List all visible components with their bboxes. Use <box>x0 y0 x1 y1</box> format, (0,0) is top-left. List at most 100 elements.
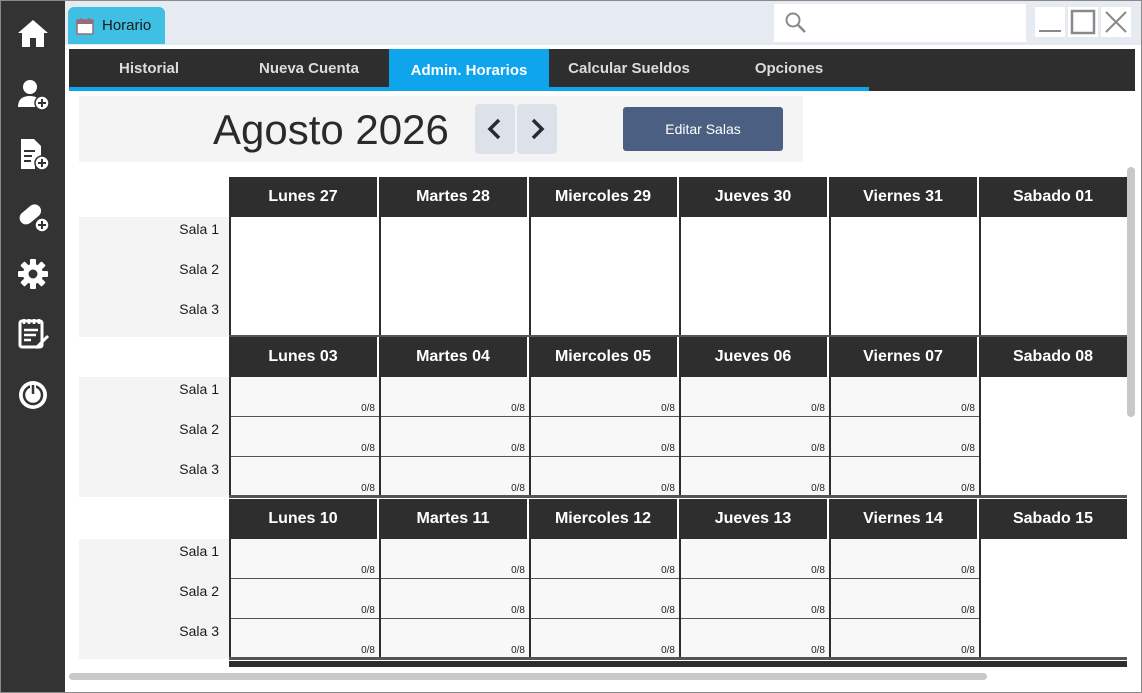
slot-occupancy: 0/8 <box>511 645 525 656</box>
day-cell[interactable] <box>529 217 679 337</box>
sala-slot[interactable]: 0/8 <box>831 619 979 659</box>
sala-slot[interactable]: 0/8 <box>681 377 829 417</box>
day-cell[interactable]: 0/8 0/8 0/8 <box>679 377 829 497</box>
sidebar-power-button[interactable] <box>13 374 53 414</box>
sala-slot[interactable]: 0/8 <box>531 377 679 417</box>
day-cell[interactable] <box>679 217 829 337</box>
day-cell[interactable]: 0/8 0/8 0/8 <box>229 377 379 497</box>
day-cell[interactable]: 0/8 0/8 0/8 <box>829 377 979 497</box>
sala-slot[interactable]: 0/8 <box>231 539 379 579</box>
sidebar-edit-list-button[interactable] <box>13 314 53 354</box>
sala-slot[interactable]: 0/8 <box>681 417 829 457</box>
week-separator <box>229 657 1127 660</box>
horizontal-scrollbar[interactable] <box>69 673 987 680</box>
slot-occupancy: 0/8 <box>361 443 375 454</box>
slot-occupancy: 0/8 <box>661 483 675 494</box>
sala-slot[interactable]: 0/8 <box>381 539 529 579</box>
slot-occupancy: 0/8 <box>511 443 525 454</box>
sidebar-add-pill-button[interactable] <box>13 196 53 236</box>
sala-slot[interactable]: 0/8 <box>231 377 379 417</box>
day-cell[interactable]: 0/8 0/8 0/8 <box>829 539 979 659</box>
sidebar-settings-button[interactable] <box>13 254 53 294</box>
app-window: Horario Historial Nueva Cuenta Admin. Ho… <box>0 0 1142 693</box>
day-header: Sabado 08 <box>979 337 1127 377</box>
nav-calcular-sueldos[interactable]: Calcular Sueldos <box>549 49 709 87</box>
sala-slot[interactable]: 0/8 <box>831 457 979 497</box>
power-icon <box>19 381 47 409</box>
day-cell[interactable]: 0/8 0/8 0/8 <box>529 377 679 497</box>
maximize-button[interactable] <box>1068 7 1098 37</box>
sala-slot[interactable]: 0/8 <box>681 539 829 579</box>
sala-slot[interactable]: 0/8 <box>831 377 979 417</box>
main-nav: Historial Nueva Cuenta Admin. Horarios C… <box>69 49 1135 91</box>
sidebar-add-user-button[interactable] <box>13 74 53 114</box>
day-cell[interactable]: 0/8 0/8 0/8 <box>529 539 679 659</box>
next-week-header <box>229 661 1127 667</box>
sala-slot[interactable]: 0/8 <box>831 579 979 619</box>
sala-slot[interactable]: 0/8 <box>831 417 979 457</box>
slot-occupancy: 0/8 <box>811 565 825 576</box>
slot-occupancy: 0/8 <box>811 605 825 616</box>
day-header: Martes 11 <box>379 499 529 539</box>
chevron-left-icon <box>487 118 501 140</box>
day-cell[interactable] <box>979 539 1127 659</box>
add-pill-icon <box>19 204 50 233</box>
sala-slot[interactable]: 0/8 <box>531 619 679 659</box>
nav-admin-horarios[interactable]: Admin. Horarios <box>389 49 549 91</box>
sala-slot[interactable]: 0/8 <box>831 539 979 579</box>
tab-horario[interactable]: Horario <box>68 7 165 44</box>
sala-slot[interactable]: 0/8 <box>231 417 379 457</box>
sala-slot[interactable]: 0/8 <box>681 579 829 619</box>
sala-slot[interactable]: 0/8 <box>381 417 529 457</box>
minimize-button[interactable] <box>1035 7 1065 37</box>
sidebar-add-document-button[interactable] <box>13 134 53 174</box>
nav-nueva-cuenta[interactable]: Nueva Cuenta <box>229 49 389 87</box>
search-input[interactable] <box>774 4 1026 42</box>
sala-slot[interactable]: 0/8 <box>231 457 379 497</box>
sidebar-home-button[interactable] <box>13 14 53 54</box>
sala-slot[interactable]: 0/8 <box>231 579 379 619</box>
nav-opciones[interactable]: Opciones <box>709 49 869 87</box>
day-cell[interactable] <box>979 377 1127 497</box>
slot-occupancy: 0/8 <box>661 403 675 414</box>
day-cell[interactable]: 0/8 0/8 0/8 <box>379 539 529 659</box>
sala-slot[interactable]: 0/8 <box>381 377 529 417</box>
day-cell[interactable]: 0/8 0/8 0/8 <box>679 539 829 659</box>
prev-month-button[interactable] <box>475 104 515 154</box>
sala-slot[interactable]: 0/8 <box>531 417 679 457</box>
close-icon <box>1105 11 1127 33</box>
sala-label: Sala 3 <box>179 301 219 317</box>
sala-slot[interactable]: 0/8 <box>381 457 529 497</box>
gear-icon <box>18 259 48 289</box>
add-user-icon <box>18 80 50 111</box>
day-cell[interactable] <box>979 217 1127 337</box>
next-month-button[interactable] <box>517 104 557 154</box>
sala-slot[interactable]: 0/8 <box>231 619 379 659</box>
day-cell[interactable] <box>829 217 979 337</box>
sala-slot[interactable]: 0/8 <box>381 579 529 619</box>
slot-occupancy: 0/8 <box>961 443 975 454</box>
sala-labels: Sala 1 Sala 2 Sala 3 <box>79 539 229 659</box>
sala-slot[interactable]: 0/8 <box>681 619 829 659</box>
sala-slot[interactable]: 0/8 <box>381 619 529 659</box>
edit-salas-button[interactable]: Editar Salas <box>623 107 783 151</box>
slot-occupancy: 0/8 <box>811 403 825 414</box>
slot-occupancy: 0/8 <box>811 645 825 656</box>
day-cell[interactable] <box>229 217 379 337</box>
sala-label: Sala 1 <box>179 543 219 559</box>
vertical-scrollbar[interactable] <box>1127 167 1135 417</box>
day-header: Lunes 10 <box>229 499 379 539</box>
close-button[interactable] <box>1101 7 1131 37</box>
day-cell[interactable] <box>379 217 529 337</box>
slot-occupancy: 0/8 <box>961 403 975 414</box>
sala-label: Sala 3 <box>179 623 219 639</box>
sala-slot[interactable]: 0/8 <box>531 579 679 619</box>
day-cell[interactable]: 0/8 0/8 0/8 <box>379 377 529 497</box>
sala-slot[interactable]: 0/8 <box>681 457 829 497</box>
nav-historial[interactable]: Historial <box>69 49 229 87</box>
sala-slot[interactable]: 0/8 <box>531 539 679 579</box>
day-header: Lunes 03 <box>229 337 379 377</box>
sala-label: Sala 3 <box>179 461 219 477</box>
day-cell[interactable]: 0/8 0/8 0/8 <box>229 539 379 659</box>
sala-slot[interactable]: 0/8 <box>531 457 679 497</box>
